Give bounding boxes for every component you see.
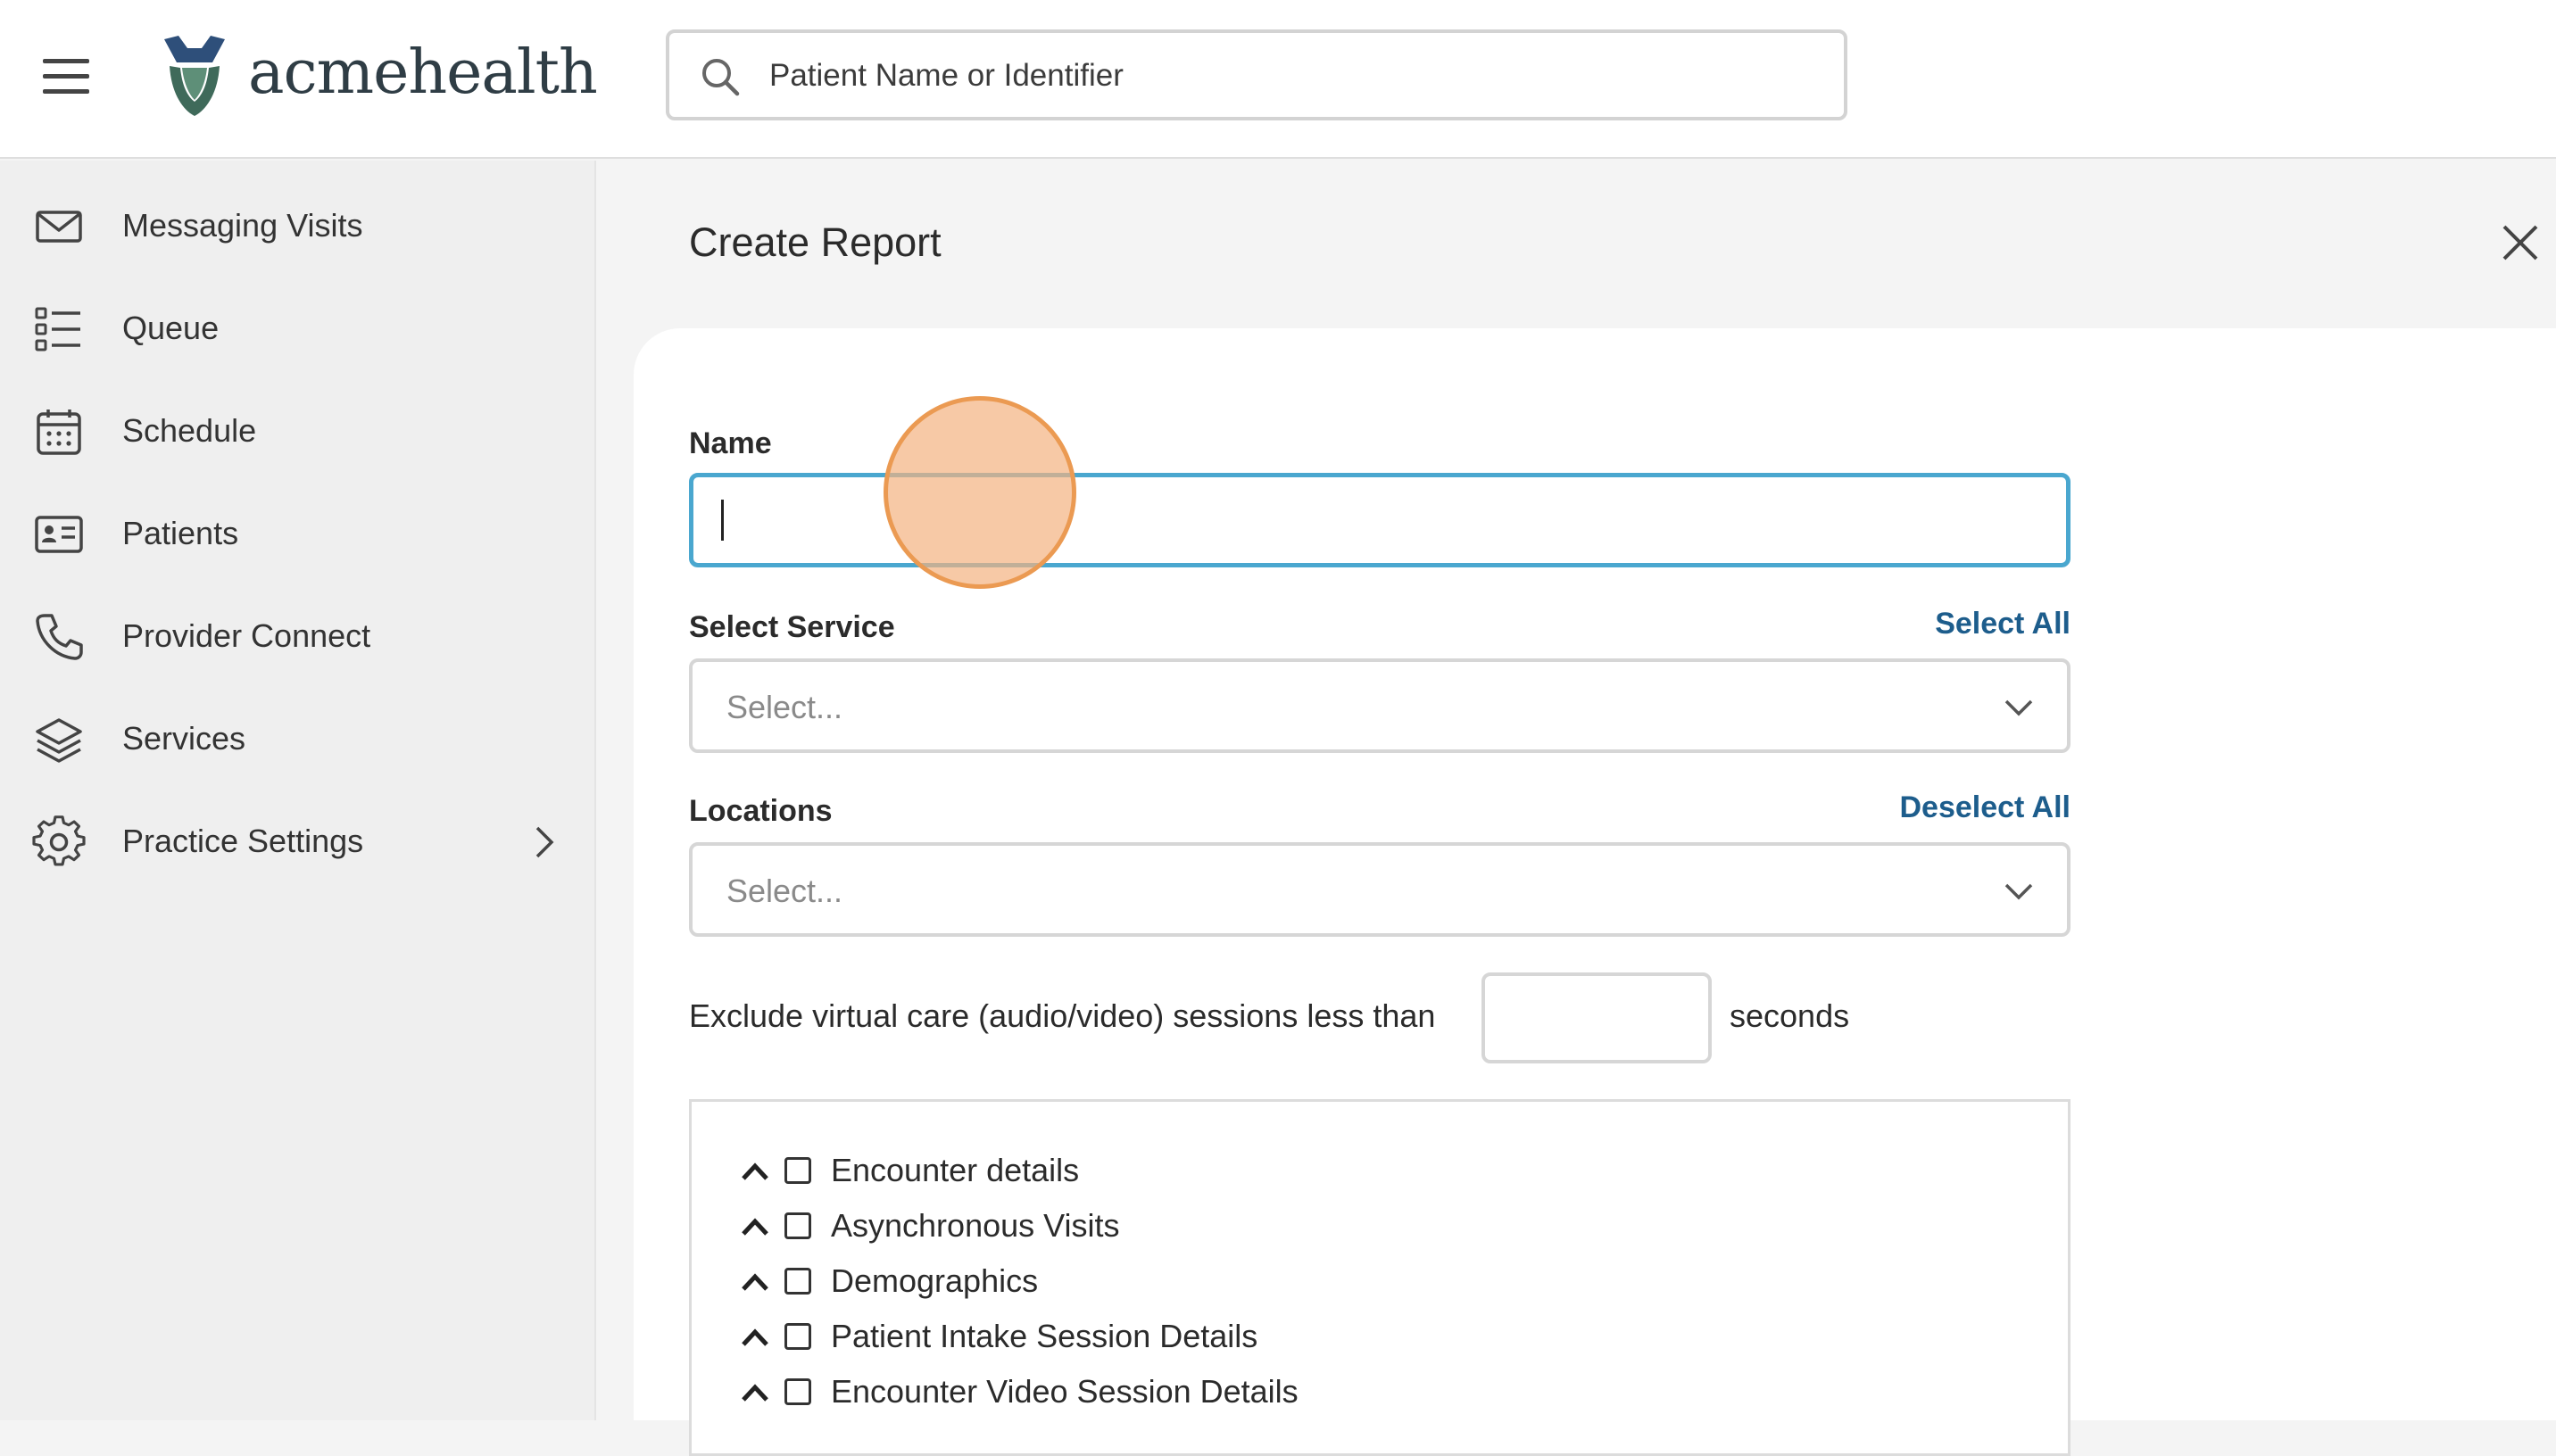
chevron-up-icon[interactable] — [740, 1382, 770, 1403]
logo-text: acmehealth — [248, 37, 598, 108]
hamburger-menu-icon[interactable] — [43, 57, 93, 96]
text-cursor — [721, 500, 724, 541]
section-checkbox[interactable] — [784, 1212, 811, 1239]
chevron-up-icon[interactable] — [740, 1327, 770, 1348]
sidebar-item-label: Provider Connect — [122, 617, 371, 654]
section-checkbox[interactable] — [784, 1378, 811, 1405]
section-row-patient-intake: Patient Intake Session Details — [740, 1318, 1989, 1368]
chevron-up-icon[interactable] — [740, 1161, 770, 1182]
locations-select-placeholder: Select... — [726, 873, 843, 909]
section-row-demographics: Demographics — [740, 1262, 1989, 1312]
close-icon[interactable] — [2499, 221, 2542, 264]
gear-icon — [32, 815, 86, 866]
section-row-encounter-video: Encounter Video Session Details — [740, 1373, 1989, 1423]
sidebar-item-messaging-visits[interactable]: Messaging Visits — [0, 177, 596, 275]
deselect-all-link[interactable]: Deselect All — [1830, 790, 2071, 825]
list-icon — [35, 307, 80, 352]
section-row-encounter-details: Encounter details — [740, 1152, 1989, 1202]
sidebar-item-practice-settings[interactable]: Practice Settings — [0, 792, 596, 890]
section-label: Patient Intake Session Details — [831, 1318, 1258, 1354]
section-row-asynchronous-visits: Asynchronous Visits — [740, 1207, 1989, 1257]
sidebar-item-label: Practice Settings — [122, 823, 364, 859]
section-label: Encounter details — [831, 1152, 1080, 1188]
section-label: Encounter Video Session Details — [831, 1373, 1299, 1410]
chevron-up-icon[interactable] — [740, 1216, 770, 1237]
name-label: Name — [689, 426, 772, 460]
section-checkbox[interactable] — [784, 1268, 811, 1295]
locations-label: Locations — [689, 794, 833, 828]
calendar-icon — [37, 410, 81, 455]
section-label: Asynchronous Visits — [831, 1207, 1120, 1244]
search-icon — [702, 59, 740, 96]
select-service-label: Select Service — [689, 610, 895, 644]
section-checkbox[interactable] — [784, 1157, 811, 1184]
patient-search-box[interactable] — [666, 29, 1847, 120]
sidebar-item-patients[interactable]: Patients — [0, 484, 596, 583]
phone-icon — [36, 614, 83, 660]
chevron-right-icon — [535, 826, 554, 858]
section-label: Demographics — [831, 1262, 1039, 1299]
exclude-sessions-label: Exclude virtual care (audio/video) sessi… — [689, 997, 1436, 1034]
sidebar-item-queue[interactable]: Queue — [0, 279, 596, 377]
sidebar-item-label: Patients — [122, 515, 239, 551]
section-checkbox[interactable] — [784, 1323, 811, 1350]
chevron-up-icon[interactable] — [740, 1271, 770, 1293]
sidebar-item-label: Messaging Visits — [122, 207, 363, 244]
chevron-down-icon — [2004, 883, 2033, 900]
sidebar-item-services[interactable]: Services — [0, 690, 596, 788]
sidebar-item-provider-connect[interactable]: Provider Connect — [0, 587, 596, 685]
sidebar-item-schedule[interactable]: Schedule — [0, 382, 596, 480]
logo-mark-icon — [164, 36, 225, 116]
exclude-seconds-input[interactable] — [1481, 972, 1712, 1063]
page-title: Create Report — [689, 219, 942, 265]
seconds-unit-label: seconds — [1730, 997, 1850, 1034]
acmehealth-logo[interactable]: acmehealth — [159, 32, 598, 118]
locations-select[interactable]: Select... — [689, 842, 2071, 937]
sidebar-item-label: Queue — [122, 310, 220, 346]
click-indicator — [884, 396, 1076, 589]
sidebar: Messaging Visits Queue Schedule Patients… — [0, 161, 596, 1420]
service-select[interactable]: Select... — [689, 658, 2071, 753]
report-sections-box: Encounter details Asynchronous Visits De… — [689, 1099, 2071, 1456]
service-select-placeholder: Select... — [726, 689, 843, 725]
layers-icon — [36, 718, 82, 763]
sidebar-item-label: Services — [122, 720, 246, 757]
patient-search-input[interactable] — [769, 51, 1822, 101]
top-header: acmehealth — [0, 0, 2556, 159]
sidebar-item-label: Schedule — [122, 412, 257, 449]
envelope-icon — [36, 211, 82, 243]
id-card-icon — [35, 516, 83, 553]
select-all-link[interactable]: Select All — [1830, 607, 2071, 641]
chevron-down-icon — [2004, 699, 2033, 716]
